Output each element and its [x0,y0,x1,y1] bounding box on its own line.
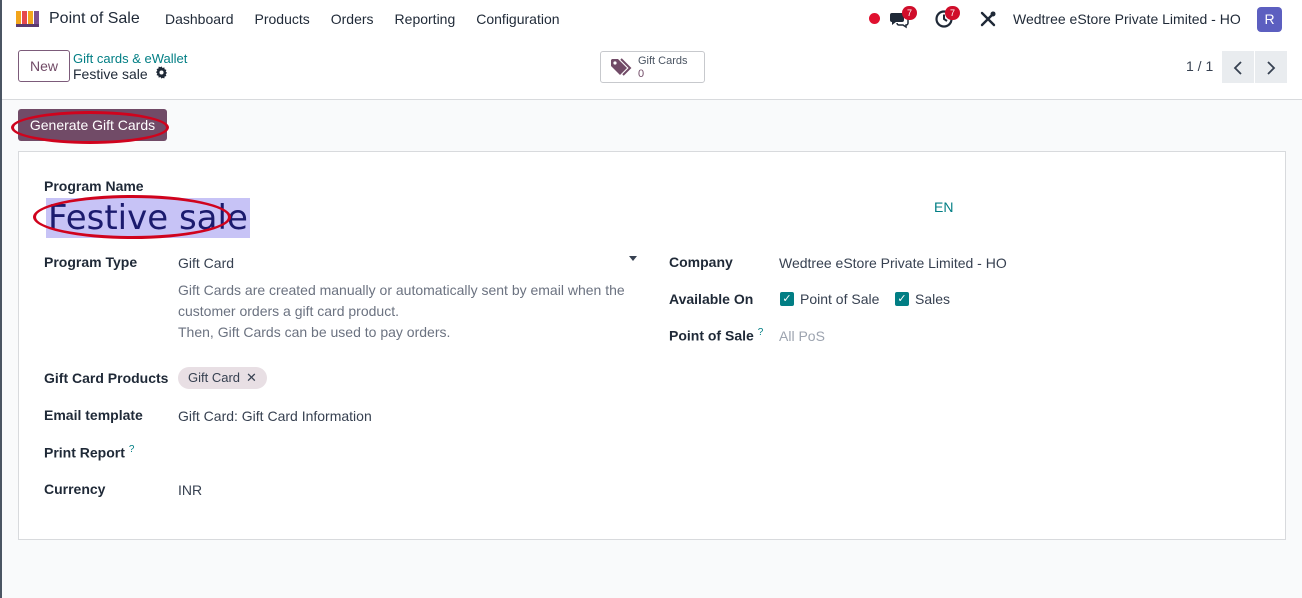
available-on-pos-checkbox[interactable]: ✓ [780,292,794,306]
menu-configuration[interactable]: Configuration [476,11,559,27]
tags-icon [610,57,634,77]
smart-button-value: 0 [638,68,645,80]
available-on-pos-label: Point of Sale [800,291,880,307]
menu-dashboard[interactable]: Dashboard [165,11,234,27]
recording-indicator-icon[interactable] [869,13,880,24]
email-template-label: Email template [44,407,143,423]
program-name-input[interactable]: Festive sale [46,198,250,238]
print-report-field[interactable] [178,444,478,462]
generate-gift-cards-button[interactable]: Generate Gift Cards [18,109,167,141]
available-on-sales-checkbox[interactable]: ✓ [895,292,909,306]
available-on-sales-label: Sales [915,291,951,307]
print-report-label-text: Print Report [44,444,125,461]
program-type-description: Gift Cards are created manually or autom… [178,280,648,343]
menu-orders[interactable]: Orders [331,11,374,27]
program-type-select[interactable]: Gift Card [178,255,234,271]
new-button[interactable]: New [18,50,70,82]
program-type-label: Program Type [44,254,138,270]
chevron-down-icon[interactable] [629,256,637,261]
breadcrumb-parent[interactable]: Gift cards & eWallet [73,51,187,66]
pager-previous-button[interactable] [1222,51,1254,83]
point-of-sale-input[interactable]: All PoS [779,328,825,344]
control-panel: New Gift cards & eWallet Festive sale Gi… [2,38,1302,100]
top-navbar: Point of Sale Dashboard Products Orders … [2,0,1302,38]
point-of-sale-label: Point of Sale? [669,327,763,344]
pos-app-icon[interactable] [14,9,40,29]
menu-reporting[interactable]: Reporting [395,11,456,27]
program-name-label: Program Name [44,178,144,194]
available-on-label: Available On [669,291,754,307]
program-type-desc-line: Gift Cards are created manually or autom… [178,282,625,319]
company-switcher[interactable]: Wedtree eStore Private Limited - HO [1013,11,1241,27]
gift-cards-smart-button[interactable]: Gift Cards 0 [600,51,705,83]
tag-label: Gift Card [188,370,241,385]
breadcrumb-current-label: Festive sale [73,66,148,82]
email-template-field[interactable]: Gift Card: Gift Card Information [178,408,372,424]
language-button[interactable]: EN [934,199,953,215]
close-icon[interactable]: ✕ [246,367,257,389]
activities-badge: 7 [945,6,960,20]
print-report-label: Print Report? [44,444,134,461]
breadcrumb-current: Festive sale [73,66,168,82]
point-of-sale-label-text: Point of Sale [669,327,754,344]
help-icon[interactable]: ? [758,327,764,338]
app-name[interactable]: Point of Sale [49,10,140,28]
currency-label: Currency [44,481,106,497]
user-avatar[interactable]: R [1257,7,1282,32]
company-label: Company [669,254,733,270]
tools-icon[interactable] [978,9,998,29]
smart-button-label: Gift Cards [638,55,688,67]
gift-card-product-tag[interactable]: Gift Card ✕ [178,367,267,389]
currency-field[interactable]: INR [178,482,202,498]
navbar-systray: 7 7 Wedtree eStore Private Limited - HO … [862,0,1302,38]
program-type-desc-line: Then, Gift Cards can be used to pay orde… [178,324,451,340]
help-icon[interactable]: ? [129,444,135,455]
pager-value[interactable]: 1 / 1 [1186,58,1213,74]
messages-badge: 7 [902,6,917,20]
form-sheet: Program Name Festive sale EN Program Typ… [18,151,1286,540]
main-menu: Dashboard Products Orders Reporting Conf… [165,11,581,27]
gear-icon[interactable] [155,66,168,82]
menu-products[interactable]: Products [255,11,310,27]
pager-next-button[interactable] [1255,51,1287,83]
company-field[interactable]: Wedtree eStore Private Limited - HO [779,255,1007,271]
gift-card-products-label: Gift Card Products [44,370,169,386]
